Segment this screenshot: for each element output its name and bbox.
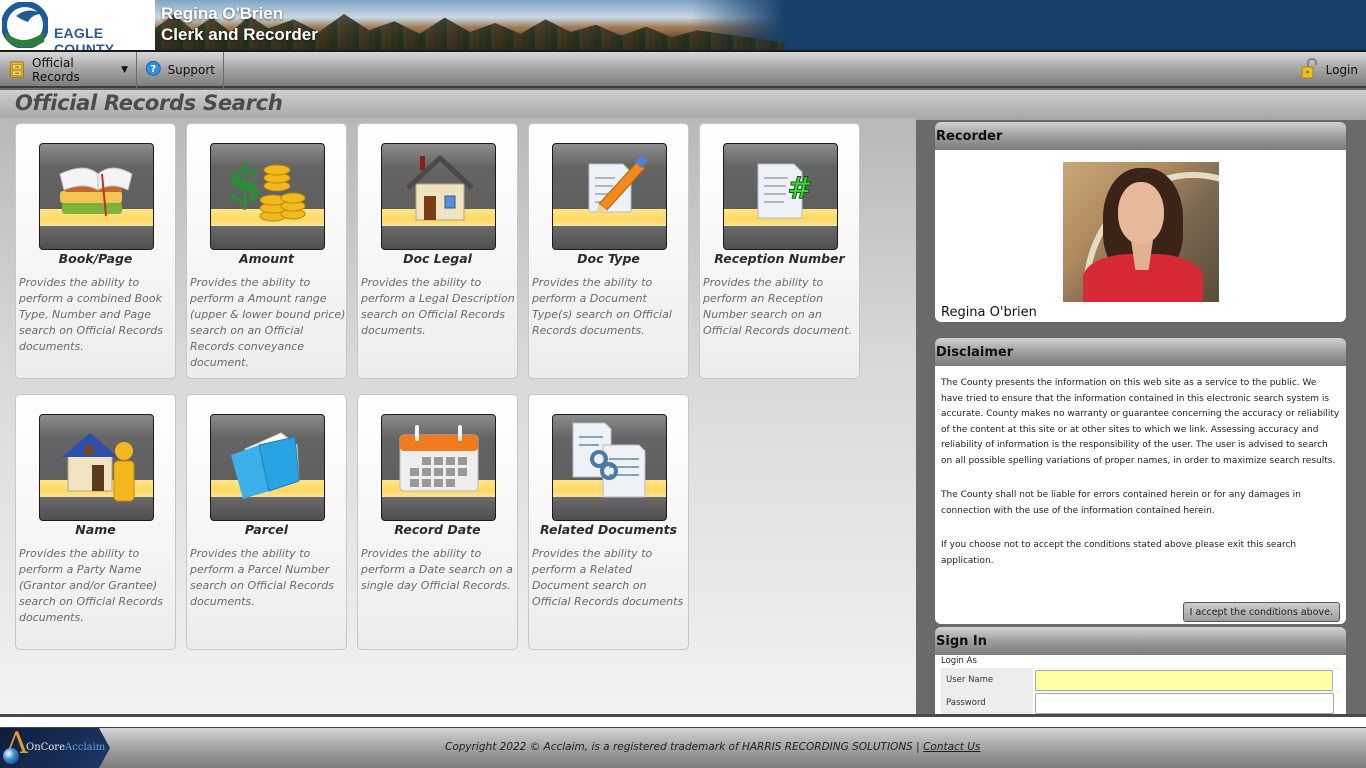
password-row: Password	[941, 691, 1340, 714]
svg-text:?: ?	[150, 64, 156, 75]
tile-description: Provides the ability to perform an Recep…	[703, 276, 852, 337]
logo-text: EAGLE COUNTY	[54, 25, 115, 52]
tile-title: Parcel	[244, 522, 289, 537]
chevron-down-icon: ▼	[121, 65, 128, 75]
recorder-panel: Recorder Regina O'brien	[935, 122, 1346, 322]
tile-description: Provides the ability to perform a Docume…	[532, 276, 672, 337]
tile-name[interactable]: Name Provides the ability to perform a P…	[15, 394, 176, 650]
username-label: User Name	[941, 669, 1033, 691]
books-icon	[59, 167, 133, 217]
signin-heading: Sign In	[935, 627, 1346, 655]
login-link[interactable]: Login	[1300, 52, 1358, 88]
file-cabinet-icon	[10, 61, 24, 78]
disclaimer-paragraph: The County presents the information on t…	[941, 378, 1340, 466]
tile-description: Provides the ability to perform a Relate…	[532, 547, 684, 608]
tile-title: Reception Number	[714, 251, 845, 266]
tile-image: $	[210, 143, 325, 250]
login-as-label: Login As	[941, 656, 977, 666]
tile-description: Provides the ability to perform a Amount…	[190, 276, 346, 369]
tile-parcel[interactable]: Parcel Provides the ability to perform a…	[186, 394, 347, 650]
tile-title: Book/Page	[58, 251, 133, 266]
disclaimer-panel: Disclaimer The County presents the infor…	[935, 338, 1346, 624]
tile-title: Amount	[238, 251, 295, 266]
copyright-text: Copyright 2022 © Acclaim, is a registere…	[445, 741, 981, 753]
tile-image	[381, 143, 496, 250]
tile-image	[381, 414, 496, 521]
login-label: Login	[1325, 63, 1358, 77]
svg-text:$: $	[227, 154, 263, 215]
svg-text:#: #	[787, 171, 812, 206]
recorder-photo	[1063, 162, 1219, 302]
calendar-icon	[399, 425, 479, 492]
recorder-name: Regina O'brien	[941, 305, 1037, 320]
house-icon	[406, 155, 474, 221]
support-label: Support	[167, 63, 215, 77]
tile-description: Provides the ability to perform a Party …	[19, 547, 163, 624]
official-records-label: Official Records	[32, 56, 80, 84]
header-banner: EAGLE COUNTY Regina O'Brien Clerk and Re…	[0, 0, 1366, 52]
support-link[interactable]: ? Support	[137, 52, 224, 88]
dollar-coins-icon: $	[227, 154, 306, 222]
nav-bar: Official Records ▼ ? Support Login	[0, 52, 1366, 88]
tile-book-page[interactable]: Book/Page Provides the ability to perfor…	[15, 123, 176, 379]
tile-record-date[interactable]: Record Date Provides the ability to perf…	[357, 394, 518, 650]
tile-title: Name	[75, 522, 116, 537]
disclaimer-heading: Disclaimer	[935, 338, 1346, 366]
tile-image	[552, 143, 667, 250]
tile-title: Doc Type	[577, 251, 640, 266]
tile-description: Provides the ability to perform a Parcel…	[190, 547, 334, 608]
oncore-acclaim-logo: Λ OnCoreAcclaim	[0, 728, 110, 768]
disclaimer-paragraph: If you choose not to accept the conditio…	[941, 540, 1297, 566]
footer-brand: OnCoreAcclaim	[26, 742, 106, 753]
password-label: Password	[941, 692, 1033, 714]
tile-description: Provides the ability to perform a Legal …	[361, 276, 515, 337]
username-input[interactable]	[1035, 669, 1333, 691]
accept-conditions-button[interactable]: I accept the conditions above.	[1182, 602, 1340, 622]
signin-panel: Sign In Login As User Name Password	[935, 627, 1346, 716]
tile-image: #	[723, 143, 838, 250]
linked-documents-icon	[572, 422, 646, 498]
tile-image	[552, 414, 667, 521]
official-name: Regina O'Brien	[161, 4, 284, 23]
recorder-heading: Recorder	[935, 122, 1346, 150]
tile-reception-number[interactable]: # Reception Number Provides the ability …	[699, 123, 860, 379]
page-title-bar: Official Records Search	[0, 90, 1366, 120]
disclaimer-paragraph: The County shall not be liable for error…	[941, 490, 1301, 516]
username-row: User Name	[941, 668, 1340, 691]
page-title: Official Records Search	[15, 91, 283, 115]
tile-description: Provides the ability to perform a combin…	[19, 276, 163, 353]
tile-doc-type[interactable]: Doc Type Provides the ability to perform…	[528, 123, 689, 379]
globe-icon	[3, 748, 19, 764]
search-tiles-area: Book/Page Provides the ability to perfor…	[0, 118, 916, 716]
official-records-menu[interactable]: Official Records ▼	[0, 52, 137, 88]
house-person-icon	[62, 433, 135, 502]
county-logo[interactable]: EAGLE COUNTY	[0, 0, 155, 50]
official-position: Clerk and Recorder	[161, 25, 318, 44]
tile-related-documents[interactable]: Related Documents Provides the ability t…	[528, 394, 689, 650]
tile-amount[interactable]: $ Amount Provides the ability to perform…	[186, 123, 347, 379]
tile-image	[210, 414, 325, 521]
tile-image	[39, 414, 154, 521]
footer: Λ OnCoreAcclaim Copyright 2022 © Acclaim…	[0, 727, 1366, 768]
banner-title: Regina O'Brien Clerk and Recorder	[161, 3, 318, 45]
tile-description: Provides the ability to perform a Date s…	[361, 547, 513, 592]
tile-title: Doc Legal	[403, 251, 472, 266]
document-hash-icon: #	[757, 163, 813, 219]
password-input[interactable]	[1035, 692, 1334, 714]
tile-doc-legal[interactable]: Doc Legal Provides the ability to perfor…	[357, 123, 518, 379]
document-pencil-icon	[588, 154, 649, 214]
tile-image	[39, 143, 154, 250]
padlock-icon	[1301, 58, 1317, 79]
folder-icon	[231, 432, 300, 499]
tile-title: Related Documents	[539, 522, 678, 537]
help-icon: ?	[145, 60, 161, 76]
eagle-logo-icon	[2, 2, 48, 48]
tile-title: Record Date	[394, 522, 481, 537]
contact-us-link[interactable]: Contact Us	[923, 741, 980, 753]
